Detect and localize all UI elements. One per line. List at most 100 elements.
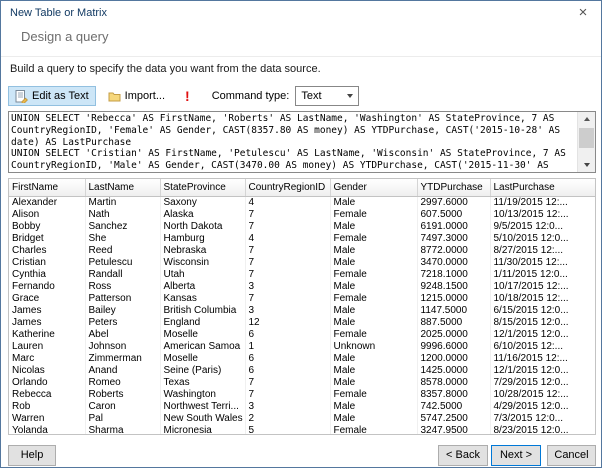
grid-cell: 10/18/2015 12:... bbox=[493, 293, 569, 304]
grid-cell: Peters bbox=[85, 317, 161, 329]
run-query-icon: ! bbox=[185, 88, 190, 104]
description-text: Build a query to specify the data you wa… bbox=[10, 63, 321, 75]
edit-as-text-button[interactable]: Edit as Text bbox=[8, 86, 96, 106]
grid-cell: 8772.0000 bbox=[417, 245, 491, 257]
run-query-button[interactable]: ! bbox=[185, 89, 190, 103]
table-row[interactable]: Bridget She Hamburg 4 Female 7497.3000 5/10/20… bbox=[9, 233, 595, 245]
scroll-thumb[interactable] bbox=[579, 128, 594, 148]
grid-cell: 1/11/2015 12:0... bbox=[493, 269, 568, 280]
table-row[interactable]: Cristian Petulescu Wisconsin 7 Male 3470.0000… bbox=[9, 257, 595, 269]
grid-cell: 8357.8000 bbox=[417, 389, 491, 401]
grid-cell: North Dakota bbox=[160, 221, 246, 233]
grid-cell: 6191.0000 bbox=[417, 221, 491, 233]
table-row[interactable]: Bobby Sanchez North Dakota 7 Male 6191.0000 9/… bbox=[9, 221, 595, 233]
grid-cell: 12/1/2015 12:0... bbox=[493, 365, 569, 376]
grid-cell: Warren bbox=[9, 413, 86, 425]
grid-cell: Romeo bbox=[85, 377, 161, 389]
grid-cell: Moselle bbox=[160, 353, 246, 365]
grid-cell: Martin bbox=[85, 196, 161, 209]
table-row[interactable]: Katherine Abel Moselle 6 Female 2025.0000 12/1… bbox=[9, 329, 595, 341]
grid-cell: 3 bbox=[245, 401, 331, 413]
import-icon bbox=[108, 90, 121, 103]
table-row[interactable]: Alison Nath Alaska 7 Female 607.5000 10/13/201… bbox=[9, 209, 595, 221]
grid-cell: Male bbox=[330, 245, 418, 257]
table-row[interactable]: Alexander Martin Saxony 4 Male 2997.6000 11/19… bbox=[9, 196, 595, 209]
table-row[interactable]: Marc Zimmerman Moselle 6 Male 1200.0000 11/16/… bbox=[9, 353, 595, 365]
grid-cell: Bridget bbox=[9, 233, 86, 245]
grid-cell: 7 bbox=[245, 269, 331, 281]
grid-cell: Male bbox=[330, 281, 418, 293]
grid-cell: Alaska bbox=[160, 209, 246, 221]
header-divider bbox=[1, 56, 601, 57]
column-header-lastpurchase[interactable]: LastPurchase bbox=[490, 179, 595, 197]
table-row[interactable]: Orlando Romeo Texas 7 Male 8578.0000 7/29/2015… bbox=[9, 377, 595, 389]
grid-cell: Male bbox=[330, 353, 418, 365]
column-header-lastname[interactable]: LastName bbox=[85, 179, 161, 197]
grid-cell: 10/28/2015 12:... bbox=[493, 389, 569, 400]
grid-cell: Caron bbox=[85, 401, 161, 413]
grid-cell: Moselle bbox=[160, 329, 246, 341]
grid-cell: Male bbox=[330, 365, 418, 377]
grid-cell: Female bbox=[330, 293, 418, 305]
grid-cell: 1 bbox=[245, 341, 331, 353]
table-row[interactable]: Yolanda Sharma Micronesia 5 Female 3247.9500 8… bbox=[9, 425, 595, 434]
grid-cell: Sanchez bbox=[85, 221, 161, 233]
command-type-value: Text bbox=[301, 90, 322, 102]
grid-cell: Female bbox=[330, 269, 418, 281]
grid-cell: New South Wales bbox=[160, 413, 246, 425]
grid-cell: 8/27/2015 12:... bbox=[493, 245, 564, 256]
table-row[interactable]: Charles Reed Nebraska 7 Male 8772.0000 8/27/20… bbox=[9, 245, 595, 257]
table-row[interactable]: James Bailey British Columbia 3 Male 1147.500… bbox=[9, 305, 595, 317]
cancel-button[interactable]: Cancel bbox=[547, 445, 596, 466]
table-row[interactable]: Nicolas Anand Seine (Paris) 6 Male 1425.0000 1… bbox=[9, 365, 595, 377]
column-header-ytdpurchase[interactable]: YTDPurchase bbox=[417, 179, 491, 197]
grid-cell: Rob bbox=[9, 401, 86, 413]
grid-cell: She bbox=[85, 233, 161, 245]
query-text-editor[interactable]: UNION SELECT 'Rebecca' AS FirstName, 'Ro… bbox=[8, 111, 596, 173]
grid-cell: Hamburg bbox=[160, 233, 246, 245]
grid-cell: 3 bbox=[245, 305, 331, 317]
table-row[interactable]: Grace Patterson Kansas 7 Female 1215.0000 10/1… bbox=[9, 293, 595, 305]
grid-cell: Orlando bbox=[9, 377, 86, 389]
grid-cell: Roberts bbox=[85, 389, 161, 401]
grid-cell: Yolanda bbox=[9, 425, 86, 434]
import-button[interactable]: Import... bbox=[101, 85, 172, 107]
command-type-label: Command type: bbox=[211, 90, 290, 102]
grid-header-row: FirstName LastName StateProvince Country… bbox=[9, 179, 595, 197]
edit-as-text-icon bbox=[15, 89, 28, 103]
scroll-up-button[interactable] bbox=[578, 112, 595, 126]
table-row[interactable]: Cynthia Randall Utah 7 Female 7218.1000 1/11/2… bbox=[9, 269, 595, 281]
table-row[interactable]: Rebecca Roberts Washington 7 Female 8357.8000… bbox=[9, 389, 595, 401]
table-row[interactable]: Warren Pal New South Wales 2 Male 5747.2500 7/… bbox=[9, 413, 595, 425]
back-button[interactable]: < Back bbox=[438, 445, 488, 466]
grid-cell: Abel bbox=[85, 329, 161, 341]
column-header-gender[interactable]: Gender bbox=[330, 179, 418, 197]
grid-cell: Charles bbox=[9, 245, 86, 257]
grid-cell: Unknown bbox=[330, 341, 418, 353]
grid-cell: Lauren bbox=[9, 341, 86, 353]
grid-cell: 5 bbox=[245, 425, 331, 434]
chevron-down-icon bbox=[342, 87, 358, 105]
grid-cell: 10/13/2015 12:... bbox=[493, 209, 569, 220]
table-row[interactable]: Fernando Ross Alberta 3 Male 9248.1500 10/17/2… bbox=[9, 281, 595, 293]
command-type-select[interactable]: Text bbox=[295, 86, 360, 106]
query-scrollbar[interactable] bbox=[577, 112, 595, 172]
grid-cell: 1215.0000 bbox=[417, 293, 491, 305]
table-row[interactable]: James Peters England 12 Male 887.5000 8/15/201… bbox=[9, 317, 595, 329]
column-header-countryregionid[interactable]: CountryRegionID bbox=[245, 179, 331, 197]
close-button[interactable]: × bbox=[567, 2, 599, 24]
table-row[interactable]: Lauren Johnson American Samoa 1 Unknown 9996.… bbox=[9, 341, 595, 353]
grid-cell: 4 bbox=[245, 233, 331, 245]
grid-cell: 7 bbox=[245, 293, 331, 305]
column-header-stateprovince[interactable]: StateProvince bbox=[160, 179, 246, 197]
grid-cell: 1425.0000 bbox=[417, 365, 491, 377]
help-button[interactable]: Help bbox=[8, 445, 56, 466]
grid-cell: Male bbox=[330, 377, 418, 389]
grid-cell: 742.5000 bbox=[417, 401, 491, 413]
table-row[interactable]: Rob Caron Northwest Terri... 3 Male 742.5000 4… bbox=[9, 401, 595, 413]
grid-cell: Female bbox=[330, 209, 418, 221]
grid-cell: Nicolas bbox=[9, 365, 86, 377]
next-button[interactable]: Next > bbox=[491, 445, 541, 466]
column-header-firstname[interactable]: FirstName bbox=[9, 179, 86, 197]
scroll-down-button[interactable] bbox=[578, 158, 595, 172]
